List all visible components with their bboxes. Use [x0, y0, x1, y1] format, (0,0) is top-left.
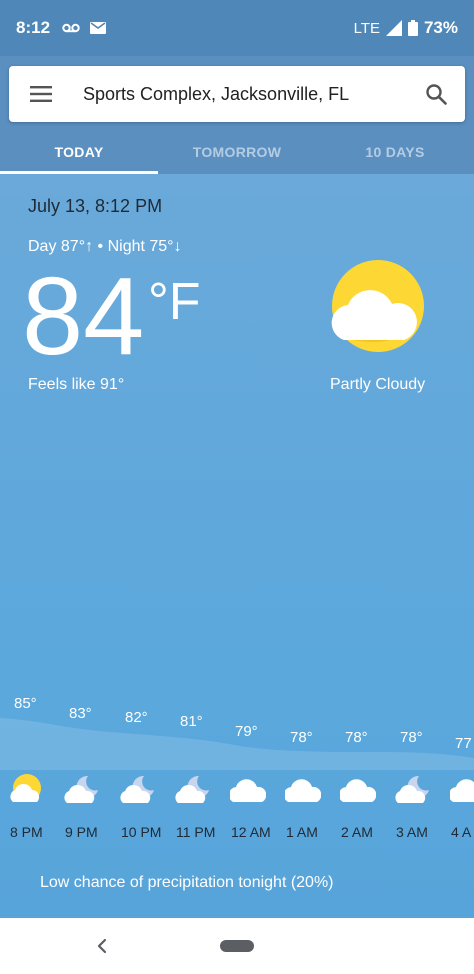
cloud-icon — [338, 774, 377, 804]
search-bar[interactable]: Sports Complex, Jacksonville, FL — [9, 66, 465, 122]
tab-tomorrow[interactable]: TOMORROW — [158, 130, 316, 174]
cloud-icon — [283, 774, 322, 804]
hour-time: 4 A — [451, 824, 472, 840]
cloudy-moon-icon — [175, 774, 211, 804]
day-tabs: TODAY TOMORROW 10 DAYS — [0, 130, 474, 174]
partly-cloudy-icon — [9, 774, 45, 804]
search-icon[interactable] — [407, 66, 465, 122]
feels-like: Feels like 91° — [28, 376, 125, 393]
hour-temperature: 78° — [345, 729, 368, 746]
menu-icon[interactable] — [9, 66, 73, 122]
mail-icon — [90, 22, 107, 34]
hour-time: 9 PM — [65, 824, 98, 840]
cloud-icon — [448, 774, 474, 804]
back-icon[interactable] — [92, 932, 112, 960]
temperature-unit: °F — [148, 273, 201, 331]
hour-time: 12 AM — [231, 824, 271, 840]
hour-time: 1 AM — [286, 824, 318, 840]
battery-icon — [407, 20, 418, 36]
hour-temperature: 83° — [69, 705, 92, 722]
hour-time: 3 AM — [396, 824, 428, 840]
status-time: 8:12 — [16, 18, 51, 37]
voicemail-icon — [62, 23, 80, 33]
hour-temperature: 79° — [235, 723, 258, 740]
hour-time: 11 PM — [176, 824, 216, 840]
hour-temperature: 78° — [290, 729, 313, 746]
current-temperature: 84 — [22, 255, 145, 378]
network-label: LTE — [353, 19, 380, 37]
tab-10-days[interactable]: 10 DAYS — [316, 130, 474, 174]
hour-temperature: 85° — [14, 695, 37, 712]
status-bar: 8:12 LTE 73% — [0, 0, 474, 56]
signal-icon — [385, 20, 402, 36]
hour-temperature: 77 — [455, 735, 472, 752]
battery-percent: 73% — [423, 18, 458, 37]
location-text[interactable]: Sports Complex, Jacksonville, FL — [73, 84, 407, 105]
cloudy-moon-icon — [120, 774, 156, 804]
home-pill[interactable] — [220, 940, 254, 952]
day-night-range: Day 87°↑ • Night 75°↓ — [28, 238, 182, 255]
status-right: LTE 73% — [354, 18, 458, 38]
hour-temperature: 81° — [180, 713, 203, 730]
precipitation-note: Low chance of precipitation tonight (20%… — [40, 874, 334, 891]
hour-time: 8 PM — [10, 824, 43, 840]
current-condition: Partly Cloudy — [330, 376, 426, 393]
hour-temperature: 78° — [400, 729, 423, 746]
cloud-icon — [228, 774, 267, 804]
notification-icons — [62, 22, 107, 34]
partly-cloudy-icon — [331, 260, 424, 352]
hour-time: 2 AM — [341, 824, 373, 840]
cloudy-moon-icon — [64, 774, 100, 804]
hour-time: 10 PM — [121, 824, 162, 840]
tab-today[interactable]: TODAY — [0, 130, 158, 174]
current-date: July 13, 8:12 PM — [28, 196, 163, 216]
cloudy-moon-icon — [395, 774, 431, 804]
hour-temperature: 82° — [125, 709, 148, 726]
